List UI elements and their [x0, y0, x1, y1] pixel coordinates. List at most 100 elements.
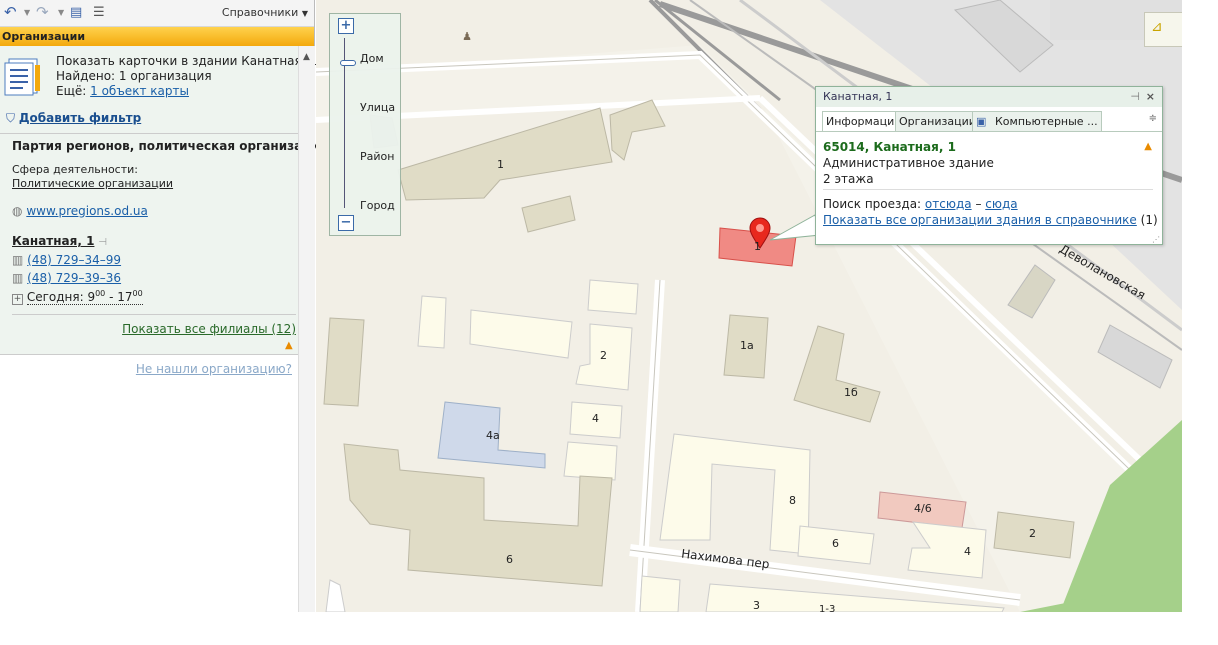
hours-prefix: Сегодня: 9 — [26, 290, 96, 304]
divider — [12, 314, 296, 315]
website-row: ◍ www.pregions.od.ua — [12, 204, 148, 218]
building-type: Административное здание — [823, 156, 994, 170]
divider — [823, 189, 1153, 190]
building-label: 2 — [1029, 527, 1036, 540]
pin-icon[interactable]: ⊣ — [98, 237, 107, 248]
phone-icon: ▥ — [12, 271, 24, 285]
hours-text[interactable]: Сегодня: 900 - 1700 — [26, 289, 143, 305]
scroll-up-icon[interactable]: ▲ — [303, 52, 310, 62]
reference-menu-label: Справочники — [221, 6, 299, 19]
building-label: 1 — [754, 240, 761, 253]
cards-icon — [4, 58, 40, 96]
map-object-link[interactable]: 1 объект карты — [90, 84, 189, 98]
address-link[interactable]: Канатная, 1 — [12, 234, 94, 248]
activity-link[interactable]: Политические организации — [12, 177, 173, 190]
building-label: 6 — [506, 553, 513, 566]
section-header: Организации — [0, 27, 314, 47]
zoom-control[interactable]: + Дом Улица Район Город − — [329, 13, 401, 236]
show-all-row: Показать все организации здания в справо… — [823, 213, 1158, 227]
more-line: Ещё: 1 объект карты — [56, 84, 189, 98]
phone-row: ▥ (48) 729–39–36 — [12, 271, 121, 285]
add-filter[interactable]: ⛉ Добавить фильтр — [6, 111, 141, 126]
show-all-count: (1) — [1140, 213, 1158, 227]
tab-info[interactable]: Информация — [822, 111, 905, 132]
route-dash: – — [975, 197, 982, 211]
scrollbar[interactable]: ▲ — [298, 46, 315, 612]
section-header-label: Организации — [2, 30, 86, 43]
show-all-orgs-link[interactable]: Показать все организации здания в справо… — [823, 213, 1137, 227]
tab-divider — [816, 131, 1162, 132]
zoom-level-label[interactable]: Дом — [360, 52, 384, 65]
pin-icon[interactable]: ⊣ — [1130, 87, 1140, 107]
building-floors: 2 этажа — [823, 172, 874, 186]
popup-header: Канатная, 1 ⊣ × — [816, 87, 1162, 107]
route-label: Поиск проезда: — [823, 197, 922, 211]
page-margin — [0, 612, 1218, 645]
forward-icon[interactable]: ↷ — [36, 5, 49, 20]
filter-icon: ⛉ — [6, 111, 16, 125]
toolbar: ↶ ▼ ↷ ▼ ▤ ☰ Справочники ▼ — [0, 0, 314, 27]
hours-row: + Сегодня: 900 - 1700 — [12, 289, 143, 305]
organization-name[interactable]: Партия регионов, политическая организаци… — [12, 139, 327, 153]
phone-link[interactable]: (48) 729–34–99 — [27, 253, 121, 267]
svg-text:♟: ♟ — [462, 30, 472, 43]
activity-label: Сфера деятельности: — [12, 163, 138, 176]
tab-computers[interactable]: ▣ Компьютерные ... — [972, 111, 1102, 132]
add-filter-link[interactable]: Добавить фильтр — [19, 111, 141, 125]
not-found-link[interactable]: Не нашли организацию? — [136, 362, 292, 376]
building-label: 2 — [600, 349, 607, 362]
building-label: 6 — [832, 537, 839, 550]
phone-icon: ▥ — [12, 253, 24, 267]
route-row: Поиск проезда: отсюда – сюда — [823, 197, 1018, 211]
route-from-link[interactable]: отсюда — [925, 197, 972, 211]
phone-row: ▥ (48) 729–34–99 — [12, 253, 121, 267]
computer-icon: ▣ — [976, 115, 987, 128]
building-label: 4/6 — [914, 502, 932, 515]
back-icon[interactable]: ↶ — [4, 5, 17, 20]
route-to-link[interactable]: сюда — [985, 197, 1017, 211]
website-link[interactable]: www.pregions.od.ua — [26, 204, 148, 218]
building-label: 3 — [753, 599, 760, 612]
print-icon[interactable]: ☰ — [93, 5, 105, 20]
zoom-slider-handle[interactable] — [340, 60, 356, 66]
popup-address: 65014, Канатная, 1 — [823, 140, 956, 154]
show-cards-text: Показать карточки в здании Канатная, 1 — [56, 54, 317, 68]
building-label: 4 — [592, 412, 599, 425]
hours-open-minutes: 00 — [95, 289, 106, 298]
hours-close-minutes: 00 — [132, 289, 143, 298]
phone-link[interactable]: (48) 729–39–36 — [27, 271, 121, 285]
zoom-level-label[interactable]: Улица — [360, 101, 395, 114]
globe-icon: ◍ — [12, 204, 23, 218]
building-label: 1а — [740, 339, 754, 352]
building-popup: Канатная, 1 ⊣ × Информация Организации ▣… — [815, 86, 1163, 245]
ruler-tool-button[interactable]: ⊿ — [1144, 12, 1184, 47]
zoom-level-label[interactable]: Город — [360, 199, 395, 212]
building-label: 1б — [844, 386, 858, 399]
building-label: 4 — [964, 545, 971, 558]
zoom-level-label[interactable]: Район — [360, 150, 394, 163]
hours-mid: - 17 — [105, 290, 133, 304]
ruler-icon: ⊿ — [1151, 19, 1163, 35]
more-prefix: Ещё: — [56, 84, 87, 98]
building-label: 1-3 — [819, 604, 836, 612]
show-branches-link[interactable]: Показать все филиалы (12) — [122, 322, 296, 336]
zoom-out-button[interactable]: − — [338, 215, 354, 231]
chevron-down-icon[interactable]: ▼ — [24, 8, 30, 17]
list-view-icon[interactable]: ▤ — [70, 5, 82, 20]
resize-grip-icon[interactable]: ⋰ — [1152, 235, 1160, 244]
found-count: Найдено: 1 организация — [56, 69, 212, 83]
popup-title: Канатная, 1 — [823, 90, 893, 103]
warning-icon[interactable]: ▲ — [1144, 141, 1152, 152]
left-panel: ↶ ▼ ↷ ▼ ▤ ☰ Справочники ▼ Организации По… — [0, 0, 327, 612]
close-icon[interactable]: × — [1146, 87, 1155, 107]
warning-icon[interactable]: ▲ — [285, 340, 293, 351]
building-label: 4а — [486, 429, 500, 442]
tabs-menu-icon[interactable]: ≑ — [1149, 113, 1157, 124]
reference-menu[interactable]: Справочники ▼ — [222, 6, 308, 19]
zoom-in-button[interactable]: + — [338, 18, 354, 34]
building-label: 8 — [789, 494, 796, 507]
tab-organizations[interactable]: Организации — [895, 111, 980, 132]
divider — [0, 133, 298, 134]
chevron-down-icon[interactable]: ▼ — [58, 8, 64, 17]
expand-icon[interactable]: + — [12, 294, 23, 305]
